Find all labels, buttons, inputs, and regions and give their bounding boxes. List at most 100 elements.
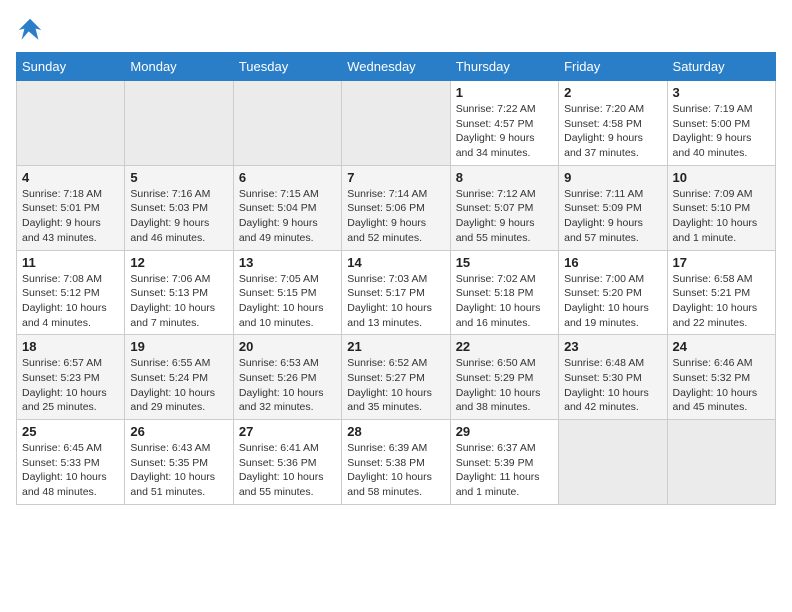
day-info: Sunrise: 6:58 AM Sunset: 5:21 PM Dayligh… [673,272,770,331]
day-info: Sunrise: 6:50 AM Sunset: 5:29 PM Dayligh… [456,356,553,415]
day-number: 19 [130,339,227,354]
day-number: 14 [347,255,444,270]
day-number: 4 [22,170,119,185]
day-info: Sunrise: 7:16 AM Sunset: 5:03 PM Dayligh… [130,187,227,246]
calendar-cell: 3Sunrise: 7:19 AM Sunset: 5:00 PM Daylig… [667,81,775,166]
day-number: 5 [130,170,227,185]
day-info: Sunrise: 7:11 AM Sunset: 5:09 PM Dayligh… [564,187,661,246]
day-header-thursday: Thursday [450,53,558,81]
day-number: 12 [130,255,227,270]
calendar-cell: 5 Sunrise: 7:16 AM Sunset: 5:03 PM Daylig… [125,165,233,250]
day-info: Sunrise: 6:52 AM Sunset: 5:27 PM Dayligh… [347,356,444,415]
day-number: 20 [239,339,336,354]
calendar-cell: 7 Sunrise: 7:14 AM Sunset: 5:06 PM Daylig… [342,165,450,250]
day-info: Sunrise: 7:02 AM Sunset: 5:18 PM Dayligh… [456,272,553,331]
calendar-cell: 16Sunrise: 7:00 AM Sunset: 5:20 PM Dayli… [559,250,667,335]
day-number: 6 [239,170,336,185]
day-number: 7 [347,170,444,185]
calendar-cell [17,81,125,166]
day-number: 24 [673,339,770,354]
day-info: Sunrise: 6:48 AM Sunset: 5:30 PM Dayligh… [564,356,661,415]
calendar-cell [342,81,450,166]
calendar-cell: 29 Sunrise: 6:37 AM Sunset: 5:39 PM Dayli… [450,420,558,505]
calendar-cell: 9 Sunrise: 7:11 AM Sunset: 5:09 PM Daylig… [559,165,667,250]
calendar-cell: 27 Sunrise: 6:41 AM Sunset: 5:36 PM Dayli… [233,420,341,505]
calendar-cell [125,81,233,166]
day-info: Sunrise: 7:14 AM Sunset: 5:06 PM Dayligh… [347,187,444,246]
calendar-cell: 8 Sunrise: 7:12 AM Sunset: 5:07 PM Daylig… [450,165,558,250]
day-info: Sunrise: 7:09 AM Sunset: 5:10 PM Dayligh… [673,187,770,246]
calendar-cell [233,81,341,166]
calendar-cell: 22 Sunrise: 6:50 AM Sunset: 5:29 PM Dayli… [450,335,558,420]
calendar-week-4: 18 Sunrise: 6:57 AM Sunset: 5:23 PM Dayli… [17,335,776,420]
day-info: Sunrise: 7:03 AM Sunset: 5:17 PM Dayligh… [347,272,444,331]
logo [16,16,48,44]
day-info: Sunrise: 7:06 AM Sunset: 5:13 PM Dayligh… [130,272,227,331]
day-info: Sunrise: 6:46 AM Sunset: 5:32 PM Dayligh… [673,356,770,415]
calendar-cell [667,420,775,505]
day-number: 27 [239,424,336,439]
calendar-cell: 14 Sunrise: 7:03 AM Sunset: 5:17 PM Dayli… [342,250,450,335]
day-header-saturday: Saturday [667,53,775,81]
day-number: 9 [564,170,661,185]
logo-icon [16,16,44,44]
day-number: 21 [347,339,444,354]
calendar-cell: 25 Sunrise: 6:45 AM Sunset: 5:33 PM Dayli… [17,420,125,505]
day-number: 25 [22,424,119,439]
day-header-friday: Friday [559,53,667,81]
day-info: Sunrise: 6:57 AM Sunset: 5:23 PM Dayligh… [22,356,119,415]
day-info: Sunrise: 7:20 AM Sunset: 4:58 PM Dayligh… [564,102,661,161]
calendar-cell: 18 Sunrise: 6:57 AM Sunset: 5:23 PM Dayli… [17,335,125,420]
day-header-monday: Monday [125,53,233,81]
day-info: Sunrise: 7:15 AM Sunset: 5:04 PM Dayligh… [239,187,336,246]
day-info: Sunrise: 7:12 AM Sunset: 5:07 PM Dayligh… [456,187,553,246]
calendar-cell: 13 Sunrise: 7:05 AM Sunset: 5:15 PM Dayli… [233,250,341,335]
day-number: 29 [456,424,553,439]
calendar-week-5: 25 Sunrise: 6:45 AM Sunset: 5:33 PM Dayli… [17,420,776,505]
calendar-cell: 1 Sunrise: 7:22 AM Sunset: 4:57 PM Daylig… [450,81,558,166]
day-number: 1 [456,85,553,100]
day-info: Sunrise: 6:53 AM Sunset: 5:26 PM Dayligh… [239,356,336,415]
day-info: Sunrise: 7:00 AM Sunset: 5:20 PM Dayligh… [564,272,661,331]
day-header-sunday: Sunday [17,53,125,81]
day-number: 17 [673,255,770,270]
day-info: Sunrise: 7:18 AM Sunset: 5:01 PM Dayligh… [22,187,119,246]
day-info: Sunrise: 6:37 AM Sunset: 5:39 PM Dayligh… [456,441,553,500]
day-number: 28 [347,424,444,439]
day-info: Sunrise: 7:22 AM Sunset: 4:57 PM Dayligh… [456,102,553,161]
day-number: 8 [456,170,553,185]
day-number: 13 [239,255,336,270]
calendar-header-row: SundayMondayTuesdayWednesdayThursdayFrid… [17,53,776,81]
calendar-week-3: 11 Sunrise: 7:08 AM Sunset: 5:12 PM Dayli… [17,250,776,335]
calendar-body: 1 Sunrise: 7:22 AM Sunset: 4:57 PM Daylig… [17,81,776,505]
calendar-cell: 21 Sunrise: 6:52 AM Sunset: 5:27 PM Dayli… [342,335,450,420]
day-number: 15 [456,255,553,270]
calendar-cell: 2 Sunrise: 7:20 AM Sunset: 4:58 PM Daylig… [559,81,667,166]
calendar-week-2: 4 Sunrise: 7:18 AM Sunset: 5:01 PM Daylig… [17,165,776,250]
day-header-wednesday: Wednesday [342,53,450,81]
calendar-table: SundayMondayTuesdayWednesdayThursdayFrid… [16,52,776,505]
day-number: 2 [564,85,661,100]
day-info: Sunrise: 7:08 AM Sunset: 5:12 PM Dayligh… [22,272,119,331]
day-info: Sunrise: 6:41 AM Sunset: 5:36 PM Dayligh… [239,441,336,500]
calendar-cell: 6 Sunrise: 7:15 AM Sunset: 5:04 PM Daylig… [233,165,341,250]
day-info: Sunrise: 7:19 AM Sunset: 5:00 PM Dayligh… [673,102,770,161]
day-info: Sunrise: 6:55 AM Sunset: 5:24 PM Dayligh… [130,356,227,415]
calendar-cell: 15 Sunrise: 7:02 AM Sunset: 5:18 PM Dayli… [450,250,558,335]
calendar-cell: 4 Sunrise: 7:18 AM Sunset: 5:01 PM Daylig… [17,165,125,250]
calendar-cell: 23 Sunrise: 6:48 AM Sunset: 5:30 PM Dayli… [559,335,667,420]
day-number: 18 [22,339,119,354]
day-number: 10 [673,170,770,185]
day-number: 22 [456,339,553,354]
calendar-cell: 11 Sunrise: 7:08 AM Sunset: 5:12 PM Dayli… [17,250,125,335]
day-number: 23 [564,339,661,354]
calendar-cell: 17 Sunrise: 6:58 AM Sunset: 5:21 PM Dayli… [667,250,775,335]
day-info: Sunrise: 6:45 AM Sunset: 5:33 PM Dayligh… [22,441,119,500]
day-info: Sunrise: 7:05 AM Sunset: 5:15 PM Dayligh… [239,272,336,331]
calendar-cell: 24 Sunrise: 6:46 AM Sunset: 5:32 PM Dayli… [667,335,775,420]
day-header-tuesday: Tuesday [233,53,341,81]
day-info: Sunrise: 6:43 AM Sunset: 5:35 PM Dayligh… [130,441,227,500]
calendar-cell: 12 Sunrise: 7:06 AM Sunset: 5:13 PM Dayli… [125,250,233,335]
day-number: 11 [22,255,119,270]
calendar-cell: 20 Sunrise: 6:53 AM Sunset: 5:26 PM Dayli… [233,335,341,420]
